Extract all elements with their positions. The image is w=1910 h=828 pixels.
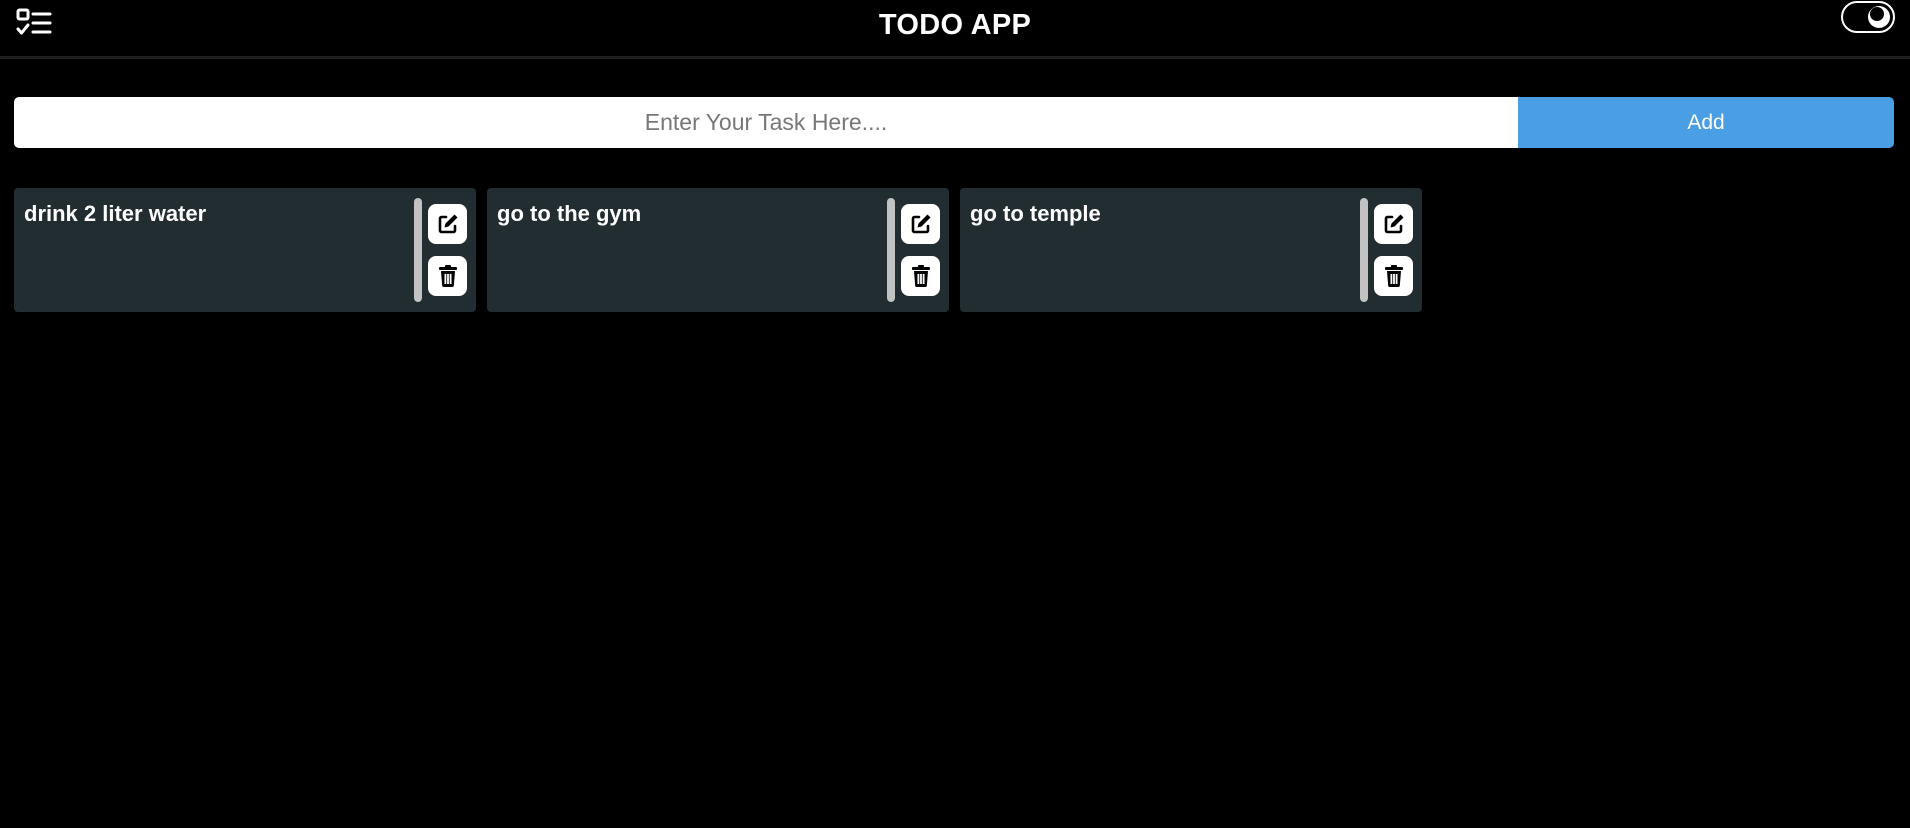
task-text: go to the gym xyxy=(497,201,642,226)
task-card: go to temple xyxy=(960,188,1422,312)
delete-button[interactable] xyxy=(428,256,467,296)
scrollbar[interactable] xyxy=(1360,198,1368,302)
navbar: TODO APP xyxy=(0,0,1910,59)
task-input[interactable] xyxy=(14,97,1518,148)
task-card: go to the gym xyxy=(487,188,949,312)
delete-button[interactable] xyxy=(901,256,940,296)
scrollbar[interactable] xyxy=(414,198,422,302)
edit-icon xyxy=(436,212,460,236)
task-card: drink 2 liter water xyxy=(14,188,476,312)
scrollbar[interactable] xyxy=(887,198,895,302)
trash-icon xyxy=(1383,264,1405,288)
edit-button[interactable] xyxy=(901,204,940,244)
delete-button[interactable] xyxy=(1374,256,1413,296)
trash-icon xyxy=(437,264,459,288)
task-text: go to temple xyxy=(970,201,1101,226)
page-title: TODO APP xyxy=(878,9,1032,41)
edit-icon xyxy=(1382,212,1406,236)
edit-icon xyxy=(909,212,933,236)
task-list: drink 2 liter water go to the gym go to … xyxy=(14,188,1422,312)
add-task-form: Add xyxy=(14,97,1894,148)
moon-icon xyxy=(1868,6,1890,28)
theme-toggle[interactable] xyxy=(1841,1,1895,33)
edit-button[interactable] xyxy=(428,204,467,244)
add-button[interactable]: Add xyxy=(1518,97,1894,148)
edit-button[interactable] xyxy=(1374,204,1413,244)
trash-icon xyxy=(910,264,932,288)
task-text: drink 2 liter water xyxy=(24,201,207,226)
